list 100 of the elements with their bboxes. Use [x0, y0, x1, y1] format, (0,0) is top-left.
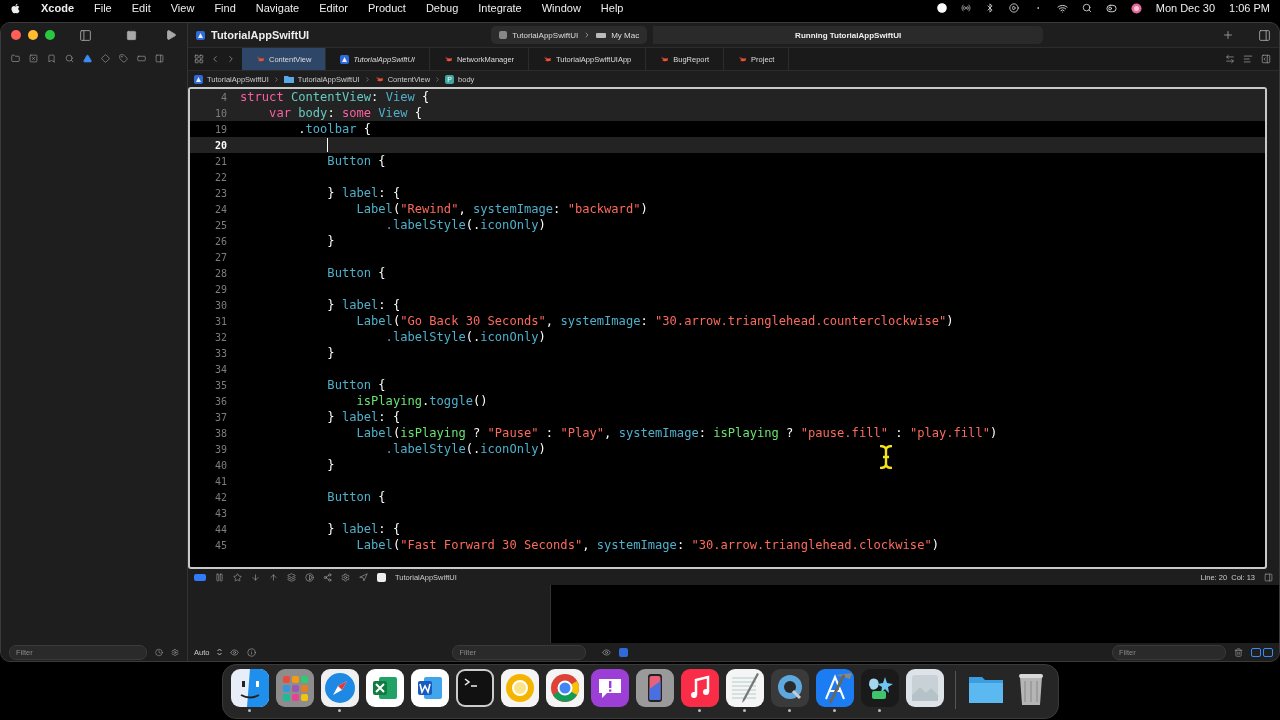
hammer-app-icon[interactable] — [815, 668, 854, 707]
run-icon[interactable] — [165, 29, 177, 41]
ring-app-icon[interactable] — [500, 668, 539, 707]
panel-icon[interactable] — [1261, 54, 1271, 64]
menu-item[interactable]: Window — [541, 2, 581, 14]
half-circle-icon[interactable] — [305, 572, 314, 582]
inspector-toggle-icon[interactable] — [1258, 28, 1271, 42]
menu-item[interactable]: Navigate — [255, 2, 300, 14]
code-line: } label: { — [326, 298, 401, 312]
eye-icon[interactable] — [602, 647, 612, 657]
spreadsheet-icon[interactable] — [365, 668, 404, 707]
menu-item[interactable]: View — [170, 2, 195, 14]
control-center-icon[interactable] — [1105, 2, 1117, 14]
search-icon[interactable] — [1081, 3, 1092, 13]
document-icon[interactable] — [410, 668, 449, 707]
line-number: 4 — [219, 91, 227, 103]
scheme-selector[interactable]: TutorialAppSwiftUI My Mac — [491, 26, 648, 44]
line-number: 43 — [213, 507, 227, 519]
diamond-icon[interactable] — [101, 53, 110, 63]
line-number: 27 — [213, 251, 227, 263]
wifi-icon[interactable] — [1056, 2, 1068, 14]
bookmark-icon[interactable] — [47, 53, 56, 63]
menu-item[interactable]: Integrate — [478, 2, 522, 14]
panel-icon[interactable] — [1264, 572, 1273, 582]
settings-icon[interactable] — [341, 572, 350, 582]
console-icon[interactable] — [619, 647, 629, 657]
magnifier-player-icon[interactable] — [770, 668, 809, 707]
menu-item[interactable]: Editor — [319, 2, 348, 14]
menu-item[interactable]: File — [94, 2, 112, 14]
menu-item[interactable]: Product — [367, 2, 406, 14]
square-x-icon[interactable] — [29, 53, 38, 63]
tag-icon[interactable] — [119, 53, 128, 63]
sidebar-toggle-icon[interactable] — [79, 28, 92, 42]
music-note-icon[interactable] — [680, 668, 719, 707]
step-out-icon[interactable] — [269, 572, 278, 582]
code-line: Button { — [326, 490, 386, 504]
rectangle-icon[interactable] — [137, 53, 146, 63]
menu-item[interactable]: Find — [214, 2, 236, 14]
record-icon[interactable] — [936, 3, 947, 13]
menu-item[interactable]: Edit — [131, 2, 151, 14]
panel-icon[interactable] — [155, 53, 164, 63]
text-caret — [327, 138, 328, 152]
menu-bar-date[interactable]: Mon Dec 30 — [1155, 2, 1216, 14]
scheme-target: TutorialAppSwiftUI — [512, 30, 579, 40]
step-into-icon[interactable] — [251, 572, 260, 582]
app-icon — [196, 30, 205, 40]
sticker-app-icon[interactable] — [860, 668, 899, 707]
bluetooth-icon[interactable] — [984, 3, 995, 13]
back-icon[interactable] — [210, 54, 220, 64]
settings-icon[interactable] — [171, 647, 179, 657]
clock-icon[interactable] — [155, 647, 163, 657]
code-line: Button { — [326, 154, 386, 168]
apple-logo-icon[interactable] — [10, 2, 21, 14]
line-number: 38 — [213, 427, 227, 439]
zoom-button[interactable] — [45, 30, 55, 40]
code-line: Label("Fast Forward 30 Seconds", systemImage: "30.arrow.trianglehead.clockwise") — [355, 538, 939, 552]
line-number: 40 — [213, 459, 227, 471]
browser-icon[interactable] — [545, 668, 584, 707]
compass-icon[interactable] — [320, 668, 359, 707]
menu-bar-time[interactable]: 1:06 PM — [1229, 2, 1270, 14]
line-number: 36 — [213, 395, 227, 407]
image-viewer-icon[interactable] — [905, 668, 944, 707]
toggle-icon[interactable] — [194, 573, 206, 581]
app-menu[interactable]: Xcode — [41, 2, 74, 14]
phone-icon[interactable] — [635, 668, 674, 707]
notepad-icon[interactable] — [725, 668, 764, 707]
split-view-icon[interactable] — [1251, 647, 1273, 657]
location-icon[interactable] — [359, 572, 368, 582]
code-editor[interactable] — [188, 87, 1267, 569]
line-number: 10 — [213, 107, 227, 119]
swift-icon — [374, 75, 384, 83]
code-line: Label("Rewind", systemImage: "backward") — [355, 202, 648, 216]
eye-icon[interactable] — [230, 647, 240, 657]
minimize-button[interactable] — [28, 30, 38, 40]
stop-icon[interactable] — [126, 29, 137, 41]
airdrop-icon[interactable] — [960, 3, 971, 13]
play-circle-icon[interactable] — [1008, 3, 1019, 13]
folder-icon[interactable] — [11, 53, 20, 63]
info-icon[interactable] — [247, 647, 257, 657]
feedback-icon[interactable] — [590, 668, 629, 707]
line-number: 32 — [213, 331, 227, 343]
finder-icon[interactable] — [230, 668, 269, 707]
line-number: 20 — [213, 139, 227, 151]
forward-icon[interactable] — [226, 54, 236, 64]
add-icon[interactable] — [1222, 29, 1234, 41]
code-line: .labelStyle(.iconOnly) — [384, 218, 546, 232]
menu-item[interactable]: Debug — [425, 2, 459, 14]
close-button[interactable] — [11, 30, 21, 40]
graph-icon[interactable] — [323, 572, 332, 582]
up-down-chevron-icon[interactable] — [217, 648, 223, 656]
terminal-icon[interactable] — [455, 668, 494, 707]
menu-item[interactable]: Help — [600, 2, 624, 14]
app-grid-icon[interactable] — [275, 668, 314, 707]
avatar-icon[interactable] — [1130, 2, 1142, 14]
swap-icon[interactable] — [1225, 54, 1235, 64]
warning-icon[interactable] — [83, 53, 92, 63]
pause-icon[interactable] — [215, 572, 224, 582]
layers-icon[interactable] — [287, 572, 296, 582]
grid-icon[interactable] — [194, 54, 204, 64]
star-icon[interactable] — [233, 572, 242, 582]
